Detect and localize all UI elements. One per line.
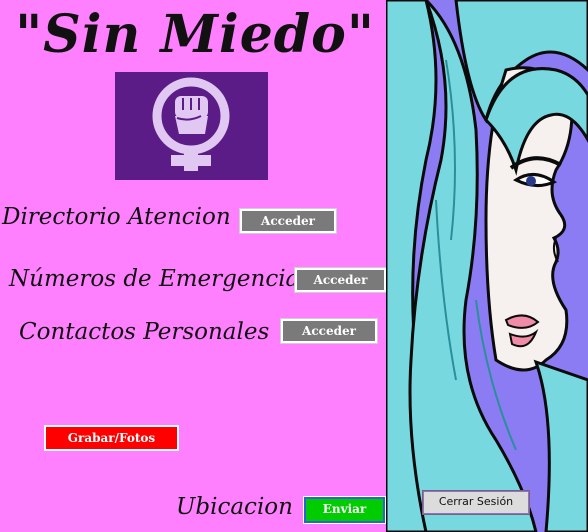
- fist-venus-icon: [152, 77, 230, 171]
- pop-art-woman-image: [386, 0, 588, 532]
- contactos-label: Contactos Personales: [19, 319, 270, 345]
- directorio-label: Directorio Atencion: [2, 204, 231, 230]
- woman-profile-illustration: [386, 0, 588, 532]
- emergencia-label: Números de Emergencia: [9, 266, 300, 292]
- ubicacion-label: Ubicacion: [176, 494, 293, 520]
- record-photos-button[interactable]: Grabar/Fotos: [44, 425, 179, 451]
- logout-button[interactable]: Cerrar Sesión: [422, 490, 530, 515]
- directorio-access-button[interactable]: Acceder: [239, 208, 337, 234]
- page-title: "Sin Miedo": [15, 4, 375, 65]
- contactos-access-button[interactable]: Acceder: [280, 318, 378, 344]
- emergencia-access-button[interactable]: Acceder: [294, 267, 387, 293]
- feminist-fist-logo: [115, 72, 268, 180]
- send-location-button[interactable]: Enviar: [303, 496, 386, 524]
